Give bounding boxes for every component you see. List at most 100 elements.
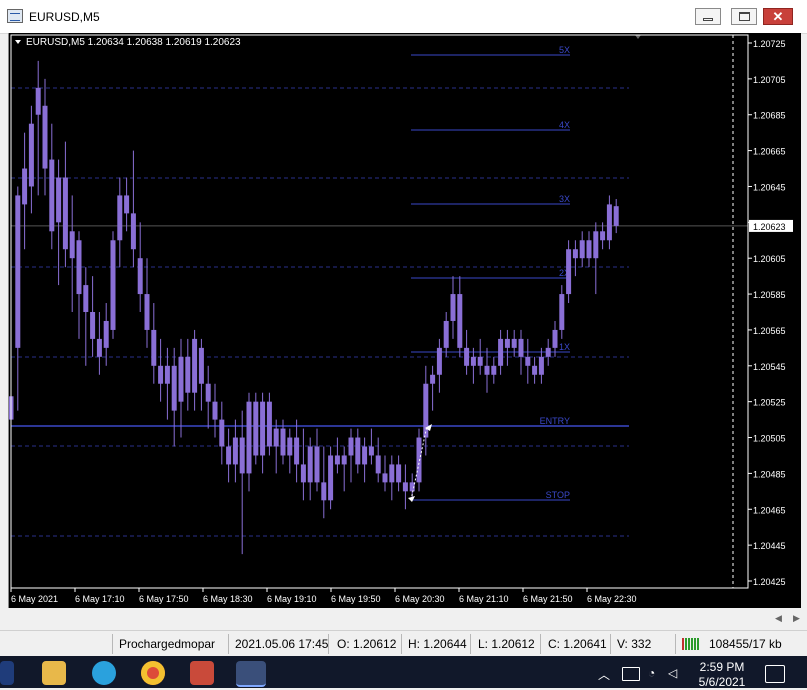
chart-canvas[interactable]: 5X4X3X2X1XENTRYSTOP 1.207251.207051.2068… <box>9 33 801 608</box>
candle <box>103 303 109 366</box>
chart-symbol-header: EURUSD,M5 1.20634 1.20638 1.20619 1.2062… <box>26 37 241 48</box>
time-tick-label: 6 May 17:10 <box>75 594 125 604</box>
plot-border <box>10 34 749 589</box>
candle <box>28 105 34 214</box>
price-tick-label: 1.20605 <box>753 254 786 264</box>
candle <box>491 356 497 384</box>
axes: 1.20725 1.20705 1.20685 1.20665 1.20645 1.206… <box>10 34 793 604</box>
candle <box>375 437 381 483</box>
candle <box>511 329 517 357</box>
level-label-4x: 4X <box>559 120 570 130</box>
taskbar-clock[interactable]: 2:59 PM 5/6/2021 <box>692 660 752 690</box>
telegram-icon[interactable] <box>92 661 116 685</box>
price-tick-label: 1.20485 <box>753 469 786 479</box>
candle <box>416 428 422 492</box>
price-tick-label: 1.20645 <box>753 182 786 192</box>
candle <box>192 329 198 411</box>
candle <box>396 455 402 492</box>
candle <box>124 177 130 232</box>
minimize-button[interactable] <box>695 8 721 25</box>
candle <box>593 222 599 295</box>
candle <box>334 437 340 474</box>
time-tick-label: 6 May 17:50 <box>139 594 189 604</box>
time-tick-label: 6 May 18:30 <box>203 594 253 604</box>
candlesticks <box>9 60 619 555</box>
status-high: H: 1.20644 <box>408 637 467 651</box>
candle <box>443 312 449 357</box>
candle <box>470 347 476 384</box>
candle <box>355 428 361 474</box>
close-icon: ✕ <box>772 8 784 24</box>
candle <box>572 240 578 277</box>
candle <box>532 356 538 384</box>
stop-arrow-icon <box>408 496 415 502</box>
price-tick-label: 1.20505 <box>753 434 786 444</box>
candle <box>402 464 408 510</box>
candle <box>76 231 82 339</box>
candle <box>185 338 191 411</box>
candle <box>368 428 374 465</box>
time-tick-label: 6 May 21:50 <box>523 594 573 604</box>
candle <box>559 285 565 339</box>
candle <box>171 347 177 447</box>
price-tick-label: 1.20685 <box>753 111 786 121</box>
price-tick-label: 1.20465 <box>753 505 786 515</box>
time-tick-label: 6 May 21:10 <box>459 594 509 604</box>
active-chart-window-icon[interactable] <box>236 661 266 687</box>
level-label-1x: 1X <box>559 342 570 352</box>
annotations <box>408 35 641 502</box>
close-button[interactable]: ✕ <box>763 8 793 25</box>
scroll-left-icon[interactable]: ◀ <box>775 613 782 624</box>
maximize-icon <box>738 12 750 21</box>
candle <box>110 231 116 339</box>
candle <box>382 455 388 492</box>
candle <box>464 329 470 375</box>
candle <box>362 437 368 483</box>
chart-menu-icon[interactable] <box>15 40 21 44</box>
chrome-icon[interactable] <box>141 661 165 685</box>
candle <box>49 123 55 250</box>
candle <box>253 392 259 465</box>
candle <box>504 329 510 366</box>
candle <box>579 231 585 268</box>
connection-status-icon[interactable] <box>682 638 704 650</box>
candle <box>69 195 75 312</box>
start-icon[interactable] <box>0 661 14 685</box>
candle <box>117 177 123 268</box>
candle <box>538 347 544 384</box>
price-chart[interactable]: 5X 4X 3X 2X 1X ENTRY STOP 1.20725 1.20705 1.2068… <box>8 33 801 608</box>
candle <box>314 428 320 492</box>
show-hidden-icons-icon[interactable]: ︿ <box>598 666 612 682</box>
candle <box>273 419 279 474</box>
status-bar: Prochargedmopar 2021.05.06 17:45 O: 1.20… <box>0 630 807 657</box>
battery-icon[interactable] <box>622 667 640 681</box>
volume-icon[interactable]: ◁ <box>668 666 682 680</box>
file-explorer-icon[interactable] <box>42 661 66 685</box>
notifications-icon[interactable] <box>765 665 785 683</box>
metatrader-icon[interactable] <box>190 661 214 685</box>
candle <box>266 392 272 456</box>
level-label-3x: 3X <box>559 194 570 204</box>
chart-window-icon <box>7 9 23 23</box>
candle <box>328 446 334 510</box>
candle <box>205 365 211 429</box>
status-open: O: 1.20612 <box>337 637 397 651</box>
candle <box>436 338 442 393</box>
candle <box>287 428 293 474</box>
chart-scrollbar[interactable]: ◀ ▶ <box>0 608 807 630</box>
candle <box>294 419 300 483</box>
candle <box>450 276 456 339</box>
grid-lines <box>11 35 748 588</box>
price-tick-label: 1.20665 <box>753 147 786 157</box>
candle <box>226 428 232 483</box>
shift-marker-icon[interactable] <box>635 35 641 39</box>
wifi-icon[interactable]: ◔ <box>648 666 662 680</box>
candle <box>430 365 436 411</box>
candle <box>260 392 266 474</box>
candle <box>22 132 28 250</box>
maximize-button[interactable] <box>731 8 757 25</box>
scroll-right-icon[interactable]: ▶ <box>793 613 800 624</box>
candle <box>158 338 164 402</box>
candle <box>151 303 157 384</box>
time-tick-label: 6 May 22:30 <box>587 594 637 604</box>
